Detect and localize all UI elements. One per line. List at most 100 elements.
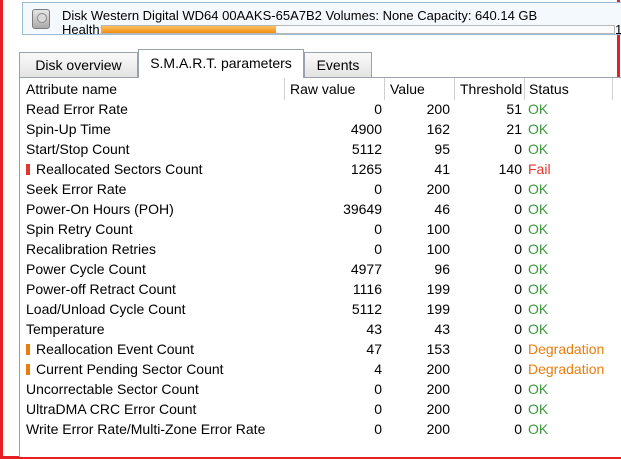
value-cell: 200 (426, 381, 450, 397)
attribute-name-cell: Power Cycle Count (26, 261, 146, 277)
status-cell: Degradation (528, 341, 605, 357)
status-cell: Degradation (528, 361, 605, 377)
status-cell: OK (528, 181, 549, 197)
table-row[interactable]: Reallocated Sectors Count 1265 41 140 Fail (20, 160, 621, 180)
column-divider[interactable] (524, 78, 525, 100)
tab-disk-overview[interactable]: Disk overview (19, 52, 138, 78)
table-row[interactable]: Seek Error Rate 0 200 0 OK (20, 180, 621, 200)
health-bar-fill (102, 26, 277, 33)
threshold-cell: 140 (498, 161, 522, 177)
attribute-name-text: Uncorrectable Sector Count (26, 381, 199, 397)
smart-table: Attribute name Raw value Value Threshold… (19, 77, 621, 457)
table-row[interactable]: Load/Unload Cycle Count 5112 199 0 OK (20, 300, 621, 320)
selection-border-left (0, 0, 3, 459)
value-cell: 200 (426, 401, 450, 417)
warning-marker-icon (26, 364, 30, 375)
raw-value-cell: 0 (374, 421, 382, 437)
value-cell: 199 (426, 281, 450, 297)
threshold-cell: 0 (514, 181, 522, 197)
column-divider[interactable] (384, 78, 385, 100)
attribute-name-text: Temperature (26, 321, 105, 337)
attribute-name-cell: Load/Unload Cycle Count (26, 301, 186, 317)
attribute-name-text: Power Cycle Count (26, 261, 146, 277)
column-divider[interactable] (284, 78, 285, 100)
table-row[interactable]: Uncorrectable Sector Count 0 200 0 OK (20, 380, 621, 400)
raw-value-cell: 4900 (350, 121, 382, 137)
raw-value-cell: 0 (374, 181, 382, 197)
table-row[interactable]: UltraDMA CRC Error Count 0 200 0 OK (20, 400, 621, 420)
disk-header[interactable]: Disk Western Digital WD64 00AAKS-65A7B2 … (22, 2, 621, 37)
tab-label: Disk overview (35, 57, 122, 73)
raw-value-cell: 4977 (350, 261, 382, 277)
threshold-cell: 0 (514, 421, 522, 437)
threshold-cell: 0 (514, 221, 522, 237)
table-row[interactable]: Start/Stop Count 5112 95 0 OK (20, 140, 621, 160)
tab-label: Events (316, 57, 360, 73)
raw-value-cell: 43 (366, 321, 382, 337)
value-cell: 95 (434, 141, 450, 157)
attribute-name-text: Seek Error Rate (26, 181, 127, 197)
column-header-attribute-name[interactable]: Attribute name (26, 81, 117, 97)
table-row[interactable]: Spin Retry Count 0 100 0 OK (20, 220, 621, 240)
attribute-name-text: Spin Retry Count (26, 221, 133, 237)
attribute-name-cell: Temperature (26, 321, 105, 337)
value-cell: 153 (426, 341, 450, 357)
status-cell: OK (528, 241, 549, 257)
column-divider[interactable] (612, 78, 613, 100)
attribute-name-cell: Reallocation Event Count (26, 341, 194, 357)
table-row[interactable]: Recalibration Retries 0 100 0 OK (20, 240, 621, 260)
status-cell: OK (528, 141, 549, 157)
attribute-name-cell: Uncorrectable Sector Count (26, 381, 199, 397)
attribute-name-cell: Spin-Up Time (26, 121, 111, 137)
health-bar (101, 25, 615, 34)
attribute-name-cell: Recalibration Retries (26, 241, 156, 257)
raw-value-cell: 1265 (350, 161, 382, 177)
column-divider[interactable] (454, 78, 455, 100)
column-header-value[interactable]: Value (390, 81, 425, 97)
raw-value-cell: 1116 (352, 281, 382, 297)
value-cell: 46 (434, 201, 450, 217)
table-row[interactable]: Current Pending Sector Count 4 200 0 Degrada… (20, 360, 621, 380)
status-cell: OK (528, 101, 549, 117)
column-header-status[interactable]: Status (529, 81, 569, 97)
table-row[interactable]: Read Error Rate 0 200 51 OK (20, 100, 621, 120)
table-body: Read Error Rate 0 200 51 OK Spin-Up Time 4900 1… (20, 100, 621, 440)
attribute-name-text: Reallocation Event Count (36, 341, 194, 357)
table-row[interactable]: Reallocation Event Count 47 153 0 Degradatio… (20, 340, 621, 360)
raw-value-cell: 0 (374, 101, 382, 117)
attribute-name-cell: Power-off Retract Count (26, 281, 176, 297)
value-cell: 96 (434, 261, 450, 277)
tab-events[interactable]: Events (304, 52, 372, 78)
attribute-name-cell: Reallocated Sectors Count (26, 161, 203, 177)
value-cell: 200 (426, 361, 450, 377)
attribute-name-cell: Start/Stop Count (26, 141, 130, 157)
column-header-raw-value[interactable]: Raw value (290, 81, 355, 97)
table-row[interactable]: Power-off Retract Count 1116 199 0 OK (20, 280, 621, 300)
status-cell: OK (528, 121, 549, 137)
attribute-name-text: Read Error Rate (26, 101, 128, 117)
disk-title: Disk Western Digital WD64 00AAKS-65A7B2 … (62, 8, 538, 23)
value-cell: 199 (426, 301, 450, 317)
hard-disk-icon (32, 9, 50, 29)
table-row[interactable]: Power Cycle Count 4977 96 0 OK (20, 260, 621, 280)
status-cell: OK (528, 201, 549, 217)
threshold-cell: 0 (514, 361, 522, 377)
table-row[interactable]: Spin-Up Time 4900 162 21 OK (20, 120, 621, 140)
threshold-cell: 0 (514, 281, 522, 297)
column-header-threshold[interactable]: Threshold (460, 81, 522, 97)
raw-value-cell: 39649 (343, 201, 382, 217)
table-row[interactable]: Power-On Hours (POH) 39649 46 0 OK (20, 200, 621, 220)
status-cell: Fail (528, 161, 551, 177)
table-row[interactable]: Write Error Rate/Multi-Zone Error Rate 0 2… (20, 420, 621, 440)
attribute-name-text: Reallocated Sectors Count (36, 161, 203, 177)
value-cell: 41 (434, 161, 450, 177)
raw-value-cell: 0 (374, 241, 382, 257)
value-cell: 200 (426, 421, 450, 437)
table-row[interactable]: Temperature 43 43 0 OK (20, 320, 621, 340)
status-cell: OK (528, 221, 549, 237)
threshold-cell: 0 (514, 301, 522, 317)
attribute-name-text: Power-On Hours (POH) (26, 201, 174, 217)
attribute-name-text: Write Error Rate/Multi-Zone Error Rate (26, 421, 266, 437)
tab-smart-parameters[interactable]: S.M.A.R.T. parameters (138, 49, 304, 78)
raw-value-cell: 47 (366, 341, 382, 357)
